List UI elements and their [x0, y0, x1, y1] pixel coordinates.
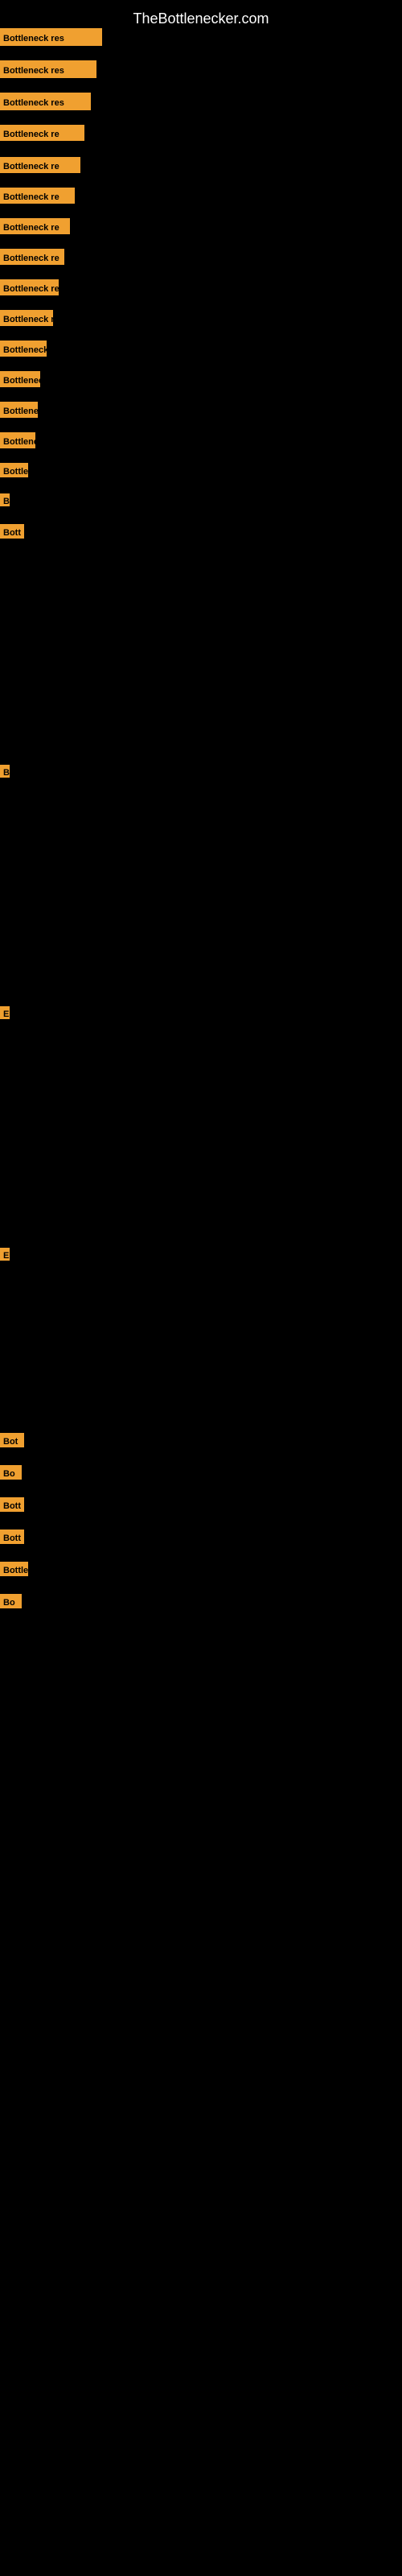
bottleneck-bar-22[interactable]: Bo	[0, 1465, 22, 1480]
bottleneck-bar-26[interactable]: Bo	[0, 1594, 22, 1608]
bottleneck-bar-19[interactable]: E	[0, 1006, 10, 1019]
bottleneck-bar-12[interactable]: Bottleneck	[0, 371, 40, 387]
bottleneck-bar-3[interactable]: Bottleneck res	[0, 93, 91, 110]
bottleneck-bar-20[interactable]: E	[0, 1248, 10, 1261]
bottleneck-bar-13[interactable]: Bottleneck	[0, 402, 38, 418]
bottleneck-bar-9[interactable]: Bottleneck re	[0, 279, 59, 295]
bottleneck-bar-14[interactable]: Bottleneck	[0, 432, 35, 448]
bottleneck-bar-24[interactable]: Bott	[0, 1530, 24, 1544]
bottleneck-bar-15[interactable]: Bottle	[0, 463, 28, 477]
bottleneck-bar-18[interactable]: B	[0, 765, 10, 778]
bottleneck-bar-21[interactable]: Bot	[0, 1433, 24, 1447]
bottleneck-bar-4[interactable]: Bottleneck re	[0, 125, 84, 141]
bottleneck-bar-23[interactable]: Bott	[0, 1497, 24, 1512]
bottleneck-bar-5[interactable]: Bottleneck re	[0, 157, 80, 173]
bottleneck-bar-8[interactable]: Bottleneck re	[0, 249, 64, 265]
bottleneck-bar-17[interactable]: Bott	[0, 524, 24, 539]
bottleneck-bar-1[interactable]: Bottleneck res	[0, 28, 102, 46]
bottleneck-bar-11[interactable]: Bottleneck n	[0, 341, 47, 357]
bottleneck-bar-6[interactable]: Bottleneck re	[0, 188, 75, 204]
bottleneck-bar-25[interactable]: Bottle	[0, 1562, 28, 1576]
bottleneck-bar-7[interactable]: Bottleneck re	[0, 218, 70, 234]
bottleneck-bar-10[interactable]: Bottleneck re	[0, 310, 53, 326]
bottleneck-bar-2[interactable]: Bottleneck res	[0, 60, 96, 78]
bottleneck-bar-16[interactable]: B	[0, 493, 10, 506]
